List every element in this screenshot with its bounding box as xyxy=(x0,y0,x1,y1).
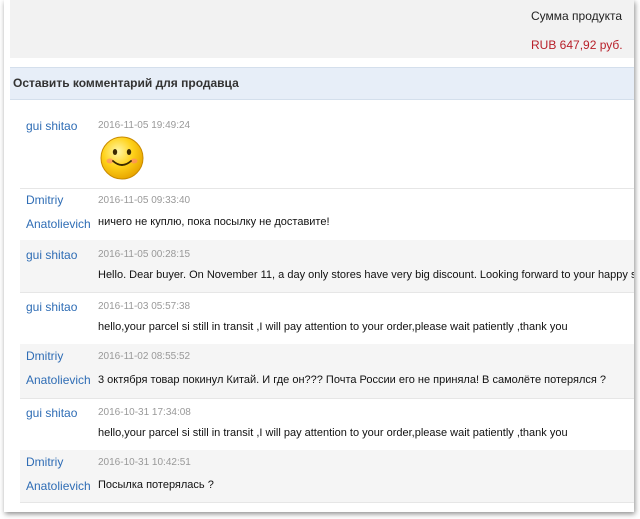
comment-author-link[interactable]: Dmitriy Anatolievich xyxy=(26,188,96,236)
order-summary: Сумма продукта RUB 647,92 руб. xyxy=(10,0,634,58)
order-page: Сумма продукта RUB 647,92 руб. Оставить … xyxy=(4,0,634,512)
smiley-face-icon xyxy=(100,136,144,180)
comment-date: 2016-11-05 00:28:15 xyxy=(98,249,191,260)
comment-row: gui shitao 2016-11-05 19:49:24 xyxy=(20,110,634,189)
comment-message: hello,your parcel si still in transit ,I… xyxy=(98,427,568,439)
comment-message: Посылка потерялась ? xyxy=(98,479,214,491)
comment-date: 2016-11-05 09:33:40 xyxy=(98,195,191,206)
comment-date: 2016-11-02 08:55:52 xyxy=(98,351,191,362)
product-total-label: Сумма продукта xyxy=(531,9,623,23)
comment-author-link[interactable]: gui shitao xyxy=(26,243,96,267)
comment-row: Dmitriy Anatolievich 2016-11-05 09:33:40… xyxy=(20,188,634,241)
comment-message: Hello. Dear buyer. On November 11, a day… xyxy=(98,269,634,281)
comment-date: 2016-11-05 19:49:24 xyxy=(98,120,191,131)
comment-author-link[interactable]: gui shitao xyxy=(26,401,96,425)
comment-row: gui shitao 2016-11-03 05:57:38 hello,you… xyxy=(20,292,634,345)
comment-message: hello,your parcel si still in transit ,I… xyxy=(98,321,568,333)
comment-row: Dmitriy Anatolievich 2016-10-31 10:42:51… xyxy=(20,450,634,503)
seller-comment-header[interactable]: Оставить комментарий для продавца xyxy=(10,67,634,100)
comment-date: 2016-10-31 17:34:08 xyxy=(98,407,191,418)
comment-date: 2016-11-03 05:57:38 xyxy=(98,301,191,312)
comment-row: Dmitriy Anatolievich 2016-11-02 08:55:52… xyxy=(20,344,634,399)
product-total-price: RUB 647,92 руб. xyxy=(531,38,623,52)
comment-author-link[interactable]: gui shitao xyxy=(26,114,96,138)
comment-author-link[interactable]: gui shitao xyxy=(26,295,96,319)
comment-author-link[interactable]: Dmitriy Anatolievich xyxy=(26,344,96,392)
comment-message: ничего не куплю, пока посылку не достави… xyxy=(98,216,330,228)
seller-comment-title: Оставить комментарий для продавца xyxy=(13,76,239,90)
comment-row: gui shitao 2016-10-31 17:34:08 hello,you… xyxy=(20,398,634,451)
comment-message: 3 октября товар покинул Китай. И где он?… xyxy=(98,374,606,386)
comment-row: gui shitao 2016-11-05 00:28:15 Hello. De… xyxy=(20,240,634,293)
comment-date: 2016-10-31 10:42:51 xyxy=(98,457,191,468)
comment-author-link[interactable]: Dmitriy Anatolievich xyxy=(26,450,96,498)
